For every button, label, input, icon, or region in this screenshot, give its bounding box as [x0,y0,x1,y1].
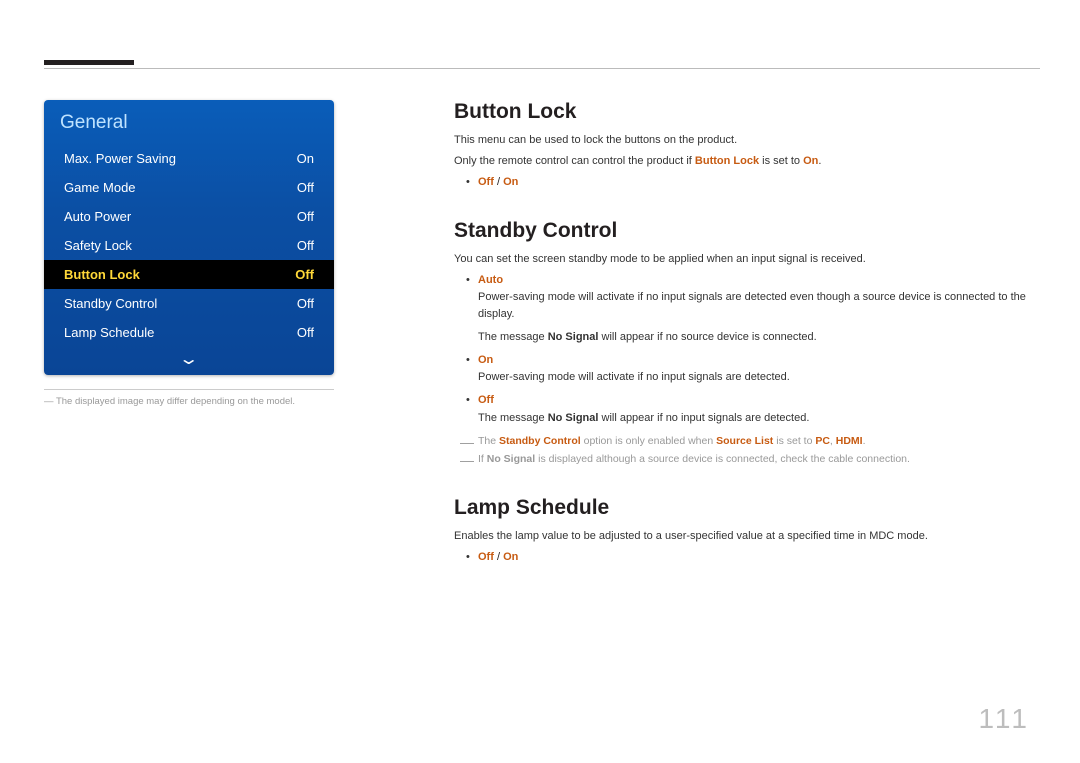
dash-icon: ― [460,449,474,471]
menu-scroll-down[interactable] [44,347,334,375]
option-auto: Auto [454,272,1040,289]
footnote-line: ― The Standby Control option is only ena… [454,433,1040,450]
menu-item-value: Off [297,209,314,224]
menu-item-label: Button Lock [64,267,140,282]
footnote-line: ― If No Signal is displayed although a s… [454,451,1040,468]
menu-item-label: Max. Power Saving [64,151,176,166]
menu-item-auto-power[interactable]: Auto Power Off [44,202,334,231]
menu-title: General [44,100,334,144]
menu-item-label: Game Mode [64,180,136,195]
section-lamp-schedule: Lamp Schedule Enables the lamp value to … [454,496,1040,566]
header-accent-bar [44,60,134,65]
option-on: On [454,352,1040,369]
menu-item-value: Off [297,325,314,340]
chevron-down-icon [182,351,195,367]
footnote: ― The displayed image may differ dependi… [44,396,424,407]
menu-item-value: Off [297,180,314,195]
settings-menu-panel: General Max. Power Saving On Game Mode O… [44,100,334,375]
menu-item-button-lock[interactable]: Button Lock Off [44,260,334,289]
section-standby-control: Standby Control You can set the screen s… [454,219,1040,468]
menu-item-value: On [297,151,314,166]
menu-item-safety-lock[interactable]: Safety Lock Off [44,231,334,260]
page-content: General Max. Power Saving On Game Mode O… [44,100,1040,723]
menu-item-lamp-schedule[interactable]: Lamp Schedule Off [44,318,334,347]
left-column: General Max. Power Saving On Game Mode O… [44,100,424,723]
menu-item-label: Auto Power [64,209,131,224]
option-list: Auto [454,272,1040,289]
footnote-dash: ― [44,396,54,407]
header-rule [44,68,1040,69]
menu-item-standby-control[interactable]: Standby Control Off [44,289,334,318]
menu-item-game-mode[interactable]: Game Mode Off [44,173,334,202]
option-off: Off [454,392,1040,409]
option-item: Off / On [454,174,1040,191]
body-text: Only the remote control can control the … [454,153,1040,170]
option-desc: Power-saving mode will activate if no in… [454,369,1040,386]
menu-item-label: Standby Control [64,296,157,311]
menu-item-label: Safety Lock [64,238,132,253]
option-list: On [454,352,1040,369]
option-desc: Power-saving mode will activate if no in… [454,289,1040,323]
option-list: Off [454,392,1040,409]
footnote-text: The displayed image may differ depending… [56,396,295,407]
menu-item-value: Off [297,238,314,253]
option-list: Off / On [454,174,1040,191]
section-title: Lamp Schedule [454,496,1040,520]
body-text: You can set the screen standby mode to b… [454,251,1040,268]
menu-item-value: Off [295,267,314,282]
option-note: The message No Signal will appear if no … [454,329,1040,346]
body-text: This menu can be used to lock the button… [454,132,1040,149]
menu-item-value: Off [297,296,314,311]
option-note: The message No Signal will appear if no … [454,410,1040,427]
right-column: Button Lock This menu can be used to loc… [424,100,1040,723]
option-list: Off / On [454,549,1040,566]
section-button-lock: Button Lock This menu can be used to loc… [454,100,1040,191]
option-item: Off / On [454,549,1040,566]
page-number: 111 [978,703,1030,735]
section-title: Button Lock [454,100,1040,124]
footnote-rule [44,389,334,390]
menu-item-max-power-saving[interactable]: Max. Power Saving On [44,144,334,173]
body-text: Enables the lamp value to be adjusted to… [454,528,1040,545]
menu-item-label: Lamp Schedule [64,325,154,340]
section-title: Standby Control [454,219,1040,243]
